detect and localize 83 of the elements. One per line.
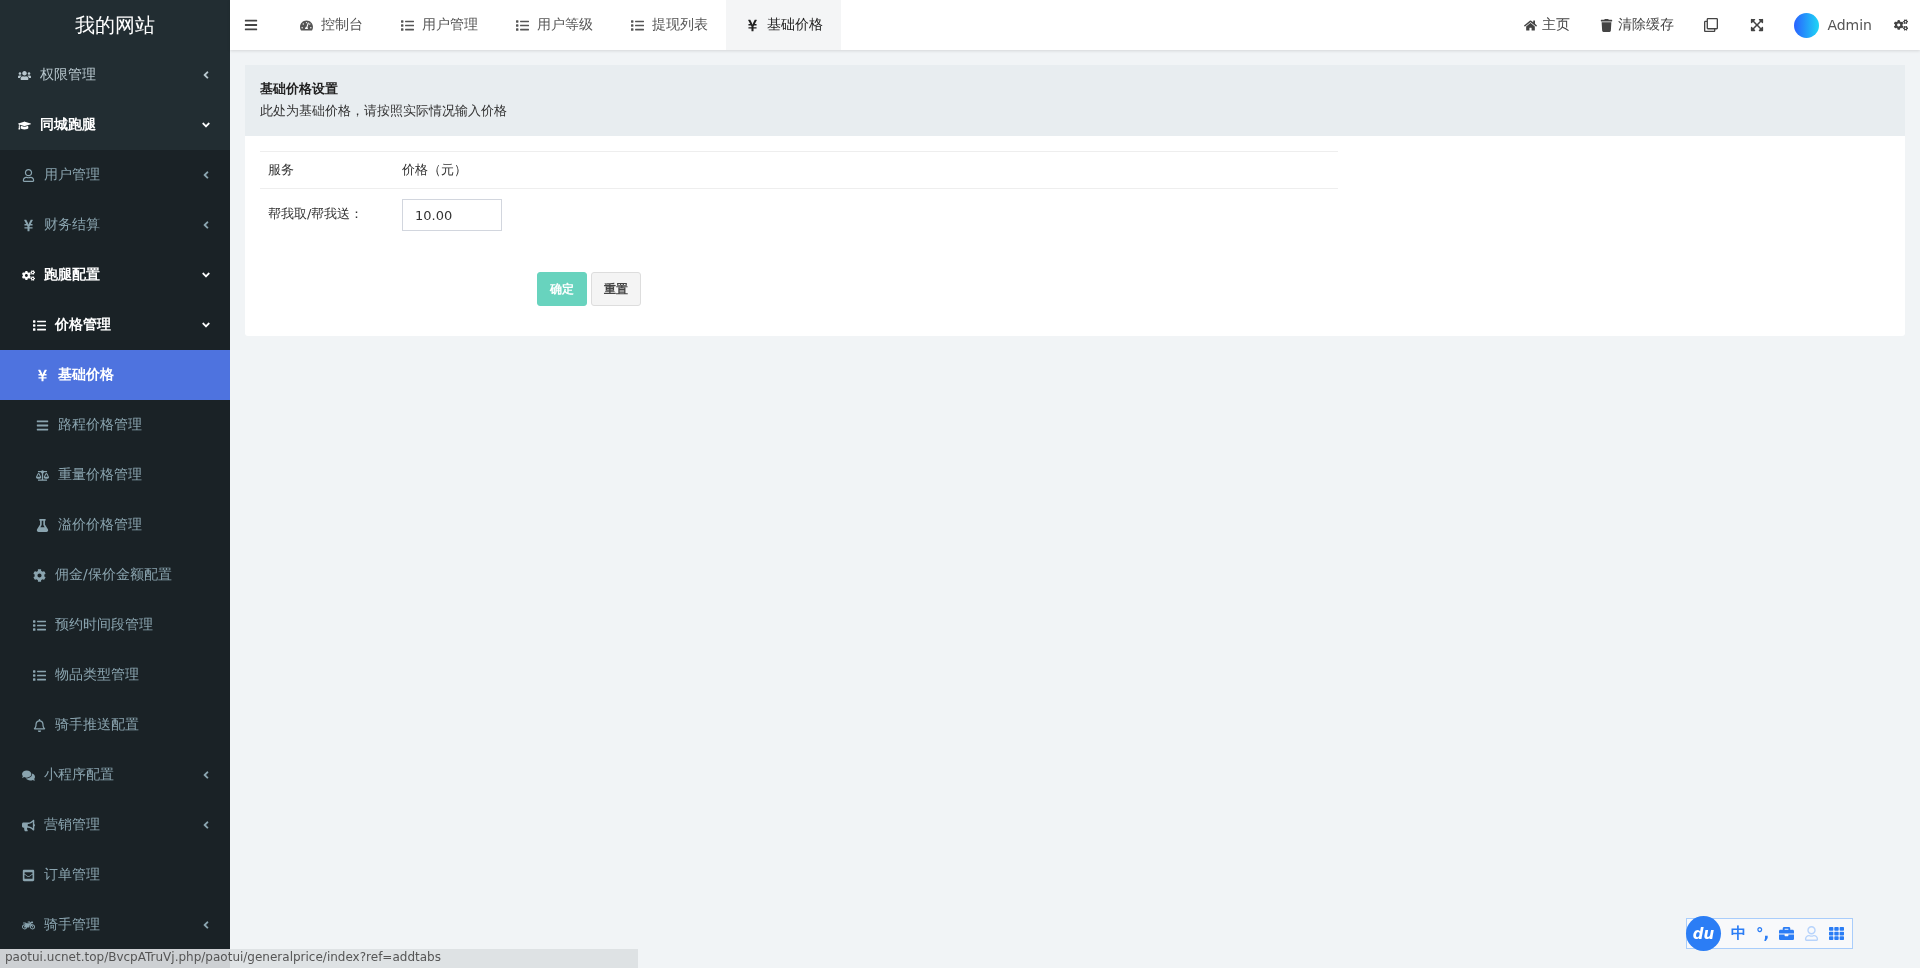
sidebar-item-label: 骑手管理 [44,916,100,934]
toolbox-icon[interactable] [1779,926,1795,941]
sidebar-item[interactable]: 佣金/保价金额配置 [0,550,230,600]
lines-icon [34,418,50,432]
sidebar-item-label: 权限管理 [40,66,96,84]
ime-punctuation[interactable]: °, [1756,924,1770,943]
sidebar-item-label: 预约时间段管理 [55,616,153,634]
gauge-icon [298,18,314,32]
sidebar-item-label: 同城跑腿 [40,116,96,134]
sidebar-item-label: 用户管理 [44,166,100,184]
panel-title: 基础价格设置 [260,80,339,98]
envelope-icon [20,868,36,882]
sidebar-item[interactable]: 营销管理 [0,800,230,850]
menu-icon [244,18,258,32]
sidebar-item[interactable]: 骑手管理 [0,900,230,950]
sidebar-item-label: 佣金/保价金额配置 [55,566,172,584]
column-header: 价格（元） [402,161,468,179]
sidebar-item[interactable]: 跑腿配置 [0,250,230,300]
nav-tab[interactable]: 用户等级 [496,0,611,50]
sidebar-item-label: 路程价格管理 [58,416,142,434]
sidebar-item-label: 财务结算 [44,216,100,234]
user-icon [20,168,36,182]
sidebar-item[interactable]: 预约时间段管理 [0,600,230,650]
column-header: 服务 [268,161,295,179]
flask-icon [34,518,50,532]
sidebar-item[interactable]: 溢价价格管理 [0,500,230,550]
header-link[interactable]: 清除缓存 [1584,0,1689,50]
user-avatar[interactable] [1794,12,1820,38]
home-icon [1522,18,1539,32]
ime-logo[interactable]: du [1686,916,1721,951]
ime-mode[interactable]: 中 [1731,924,1746,943]
list-icon [31,318,47,332]
bell-icon [31,718,47,732]
sidebar-item-label: 骑手推送配置 [55,716,139,734]
table-cell-text: 帮我取/帮我送： [268,205,365,223]
sidebar-item[interactable]: 物品类型管理 [0,650,230,700]
list-icon [31,618,47,632]
sidebar-item[interactable]: 路程价格管理 [0,400,230,450]
status-bar-url: paotui.ucnet.top/BvcpATruVj.php/paotui/generalprice/index?ref=addtabs [0,949,638,968]
sidebar-item-label: 价格管理 [55,316,111,334]
sidebar-item[interactable]: 同城跑腿 [0,100,230,150]
sidebar-item-label: 小程序配置 [44,766,114,784]
scales-icon [34,468,50,482]
sidebar-item-label: 跑腿配置 [44,266,100,284]
header-link[interactable]: 主页 [1508,0,1585,50]
nav-tab[interactable]: 提现列表 [611,0,726,50]
sidebar-item-label: 基础价格 [58,366,114,384]
sidebar-item-label: 订单管理 [44,866,100,884]
reset-button[interactable]: 重置 [591,272,641,306]
site-logo[interactable]: 我的网站 [0,0,230,50]
sidebar-item[interactable]: 用户管理 [0,150,230,200]
sidebar-item-label: 营销管理 [44,816,100,834]
grid-icon[interactable] [1829,926,1845,941]
nav-tab[interactable]: 用户管理 [381,0,496,50]
sidebar-item-label: 重量价格管理 [58,466,142,484]
nav-tab[interactable]: 控制台 [280,0,381,50]
gears-icon [20,268,36,282]
list-icon [399,18,415,32]
list-icon [31,668,47,682]
list-icon [629,18,645,32]
sidebar-item[interactable]: 骑手推送配置 [0,700,230,750]
pages-icon [1704,18,1719,32]
sidebar-item-label: 溢价价格管理 [58,516,142,534]
gear-icon [31,568,47,582]
fullscreen-icon [1750,18,1765,32]
nav-tab[interactable]: 基础价格 [726,0,841,50]
sidebar-item[interactable]: 基础价格 [0,350,230,400]
user-name[interactable]: Admin [1819,17,1886,33]
sidebar-item[interactable]: 价格管理 [0,300,230,350]
panel-description: 此处为基础价格，请按照实际情况输入价格 [260,102,508,120]
sidebar-item-label: 物品类型管理 [55,666,139,684]
settings-icon [1894,18,1908,32]
list-icon [514,18,530,32]
chat-icon [20,768,36,782]
sidebar-item[interactable]: 订单管理 [0,850,230,900]
megaphone-icon [20,818,36,832]
sidebar-item[interactable]: 重量价格管理 [0,450,230,500]
sidebar-item[interactable]: 权限管理 [0,50,230,100]
price-field[interactable]: 10.00 [402,199,502,231]
trash-icon [1598,18,1615,32]
sidebar-item[interactable]: 小程序配置 [0,750,230,800]
sidebar-item[interactable]: 财务结算 [0,200,230,250]
users-icon [16,68,32,82]
